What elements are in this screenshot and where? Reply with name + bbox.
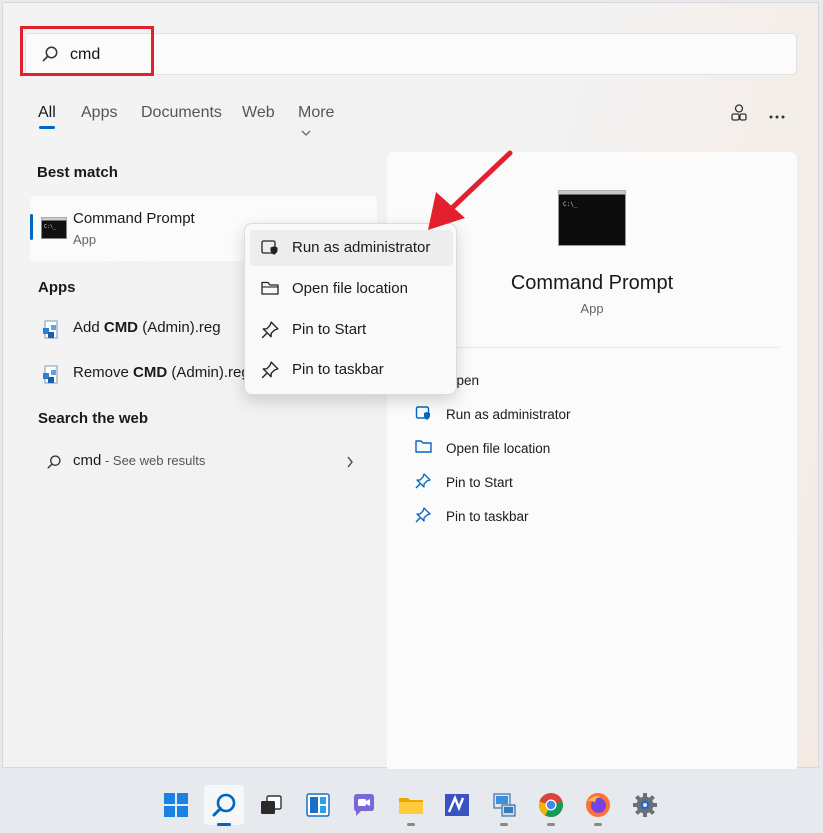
task-view-icon [261,795,282,814]
people-icon[interactable] [729,103,749,128]
chevron-down-icon [301,130,311,136]
best-match-name: Command Prompt [73,210,195,227]
search-icon [212,793,236,817]
running-indicator [594,823,602,826]
file-explorer-button[interactable] [391,785,431,826]
network-app-button[interactable] [484,785,524,826]
windows-logo-icon [164,793,188,817]
apps-heading: Apps [38,279,76,296]
pin-icon [415,473,431,492]
svg-text:C:\_: C:\_ [44,224,57,230]
registry-file-icon [43,365,58,384]
menu-item-label: Run as administrator [292,239,431,256]
action-label: Open file location [446,441,551,456]
task-view-button[interactable] [251,785,291,825]
search-icon [41,45,59,68]
pin-icon [415,507,431,526]
tab-more-label: More [298,104,335,121]
chat-button[interactable] [344,785,384,825]
folder-icon [261,280,279,301]
gear-icon [633,793,657,817]
action-pin-to-taskbar[interactable]: Pin to taskbar [412,501,772,531]
firefox-button[interactable] [578,785,618,826]
chat-icon [354,794,374,816]
pin-icon [261,361,279,384]
divider [405,347,779,348]
menu-open-file-location[interactable]: Open file location [250,271,453,307]
chrome-button[interactable] [531,785,571,826]
widgets-icon [306,793,330,817]
registry-file-icon [43,320,58,339]
shield-icon [261,239,279,261]
firefox-icon [586,793,610,817]
action-run-as-administrator[interactable]: Run as administrator [412,399,772,429]
menu-pin-to-start[interactable]: Pin to Start [250,312,453,348]
search-box[interactable] [25,33,797,75]
widgets-button[interactable] [298,785,338,825]
app-result-label: Add CMD (Admin).reg [73,319,221,336]
start-search-panel: All Apps Documents Web More Best match C… [2,2,819,769]
network-icon [493,793,516,817]
search-web-heading: Search the web [38,410,149,427]
action-label: Run as administrator [446,407,571,422]
menu-pin-to-taskbar[interactable]: Pin to taskbar [250,352,453,388]
search-input[interactable] [70,43,370,67]
tab-documents[interactable]: Documents [141,103,222,133]
svg-text:C:\_: C:\_ [563,201,578,208]
menu-item-label: Pin to taskbar [292,361,384,378]
web-query: cmd - See web results [73,452,206,469]
running-indicator [547,823,555,826]
tab-more[interactable]: More [298,103,335,136]
menu-item-label: Open file location [292,280,408,297]
taskbar-search-button[interactable] [204,785,244,826]
selection-indicator [30,214,33,240]
best-match-type: App [73,232,97,247]
command-prompt-icon: C:\_ [41,217,67,239]
visual-studio-button[interactable] [437,785,477,825]
active-indicator [217,823,231,826]
chrome-icon [539,793,563,817]
context-menu: Run as administrator Open file location … [244,223,457,395]
action-label: Pin to Start [446,475,513,490]
tab-apps[interactable]: Apps [81,103,117,133]
action-open[interactable]: Open [412,365,772,395]
command-prompt-large-icon: C:\_ [558,190,626,246]
menu-item-label: Pin to Start [292,321,367,338]
running-indicator [500,823,508,826]
ellipsis-icon[interactable] [768,107,786,125]
action-open-file-location[interactable]: Open file location [412,433,772,463]
settings-button[interactable] [625,785,665,825]
action-pin-to-start[interactable]: Pin to Start [412,467,772,497]
tab-web[interactable]: Web [242,103,275,133]
action-label: Pin to taskbar [446,509,529,524]
start-button[interactable] [156,785,196,825]
app-result-label: Remove CMD (Admin).reg [73,364,250,381]
folder-icon [399,798,423,814]
search-icon [47,455,61,469]
folder-icon [415,439,432,457]
pin-icon [261,321,279,344]
running-indicator [407,823,415,826]
shield-icon [415,405,431,424]
menu-run-as-administrator[interactable]: Run as administrator [250,230,453,266]
best-match-heading: Best match [37,164,118,181]
web-search-result[interactable]: cmd - See web results [30,441,377,481]
vs-icon [445,794,469,816]
tab-all[interactable]: All [38,103,56,133]
taskbar [0,770,823,833]
chevron-right-icon [347,456,353,468]
